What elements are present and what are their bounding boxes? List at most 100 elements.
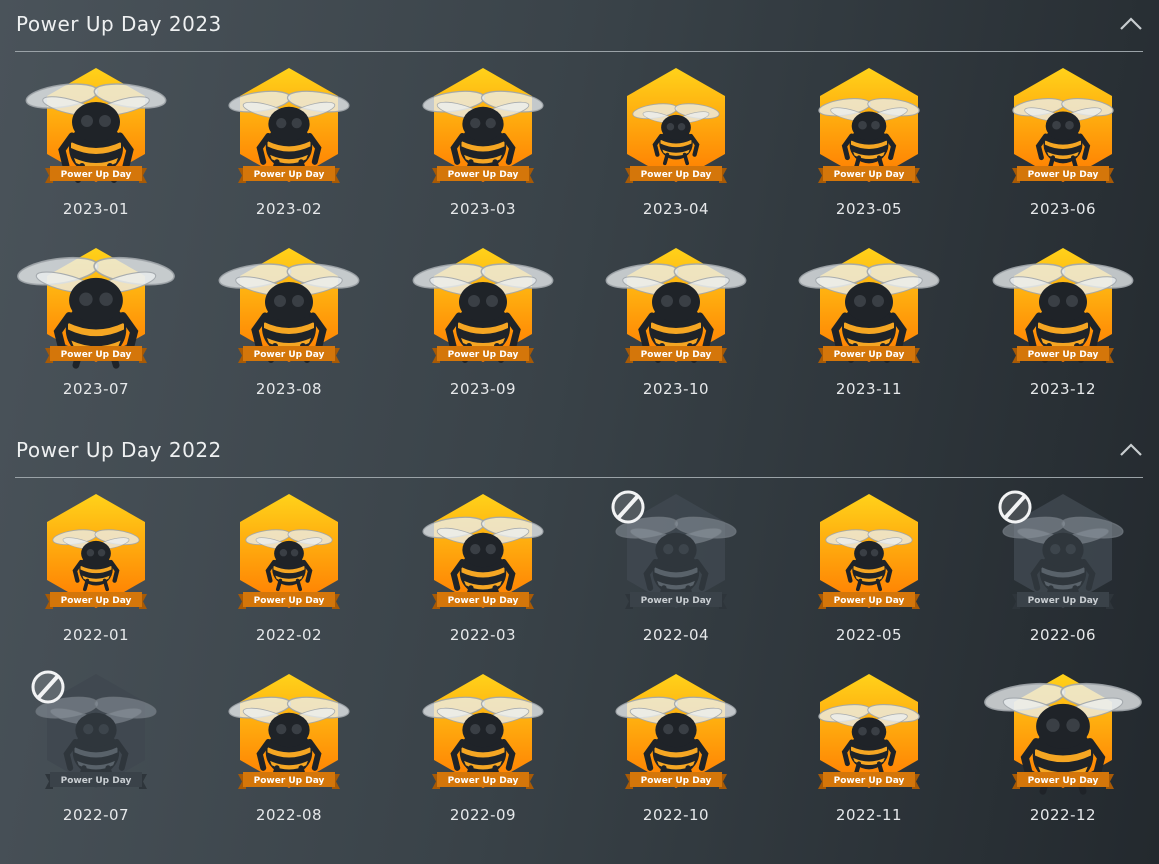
badge-earned[interactable]: Power Up Day 2022-08 (209, 670, 369, 840)
banner-label: Power Up Day (1028, 170, 1099, 180)
locked-slash-icon (998, 490, 1032, 524)
bee-badge-image: Power Up Day (422, 68, 544, 183)
section-2022: Power Up Day 2022 Power Up Day 2022-01 P… (0, 426, 1159, 824)
chevron-up-icon[interactable] (1117, 436, 1145, 464)
badge-date-label: 2023-02 (255, 200, 323, 218)
badge-earned[interactable]: Power Up Day 2022-05 (789, 490, 949, 660)
section-header[interactable]: Power Up Day 2022 (0, 426, 1159, 478)
badge-date-label: 2022-06 (1029, 626, 1097, 644)
bee-badge-image: Power Up Day (798, 248, 940, 363)
badge-earned[interactable]: Power Up Day 2023-06 (983, 64, 1143, 234)
section-title: Power Up Day 2023 (16, 12, 222, 36)
badge-earned[interactable]: Power Up Day 2023-11 (789, 244, 949, 414)
badge-date-label: 2022-12 (1029, 806, 1097, 824)
badge-earned[interactable]: Power Up Day 2022-02 (209, 490, 369, 660)
banner-label: Power Up Day (61, 170, 132, 180)
badge-earned[interactable]: Power Up Day 2022-12 (983, 670, 1143, 840)
badge-earned[interactable]: Power Up Day 2022-09 (403, 670, 563, 840)
badge-earned[interactable]: Power Up Day 2023-12 (983, 244, 1143, 414)
badge-date-label: 2023-06 (1029, 200, 1097, 218)
badge-date-label: 2023-09 (449, 380, 517, 398)
badge-earned[interactable]: Power Up Day 2022-03 (403, 490, 563, 660)
badge-date-label: 2022-08 (255, 806, 323, 824)
locked-slash-icon (31, 670, 65, 704)
banner-label: Power Up Day (641, 596, 712, 606)
bee-badge-image: Power Up Day (984, 674, 1142, 795)
banner-label: Power Up Day (1028, 596, 1099, 606)
badge-date-label: 2022-03 (449, 626, 517, 644)
bee-badge-image: Power Up Day (228, 674, 350, 789)
bee-badge-image: Power Up Day (218, 248, 360, 363)
badge-earned[interactable]: Power Up Day 2023-08 (209, 244, 369, 414)
badge-date-label: 2023-10 (642, 380, 710, 398)
bee-badge-image: Power Up Day (17, 248, 175, 369)
banner-label: Power Up Day (834, 350, 905, 360)
section-2023: Power Up Day 2023 Power Up Day 2023-01 P… (0, 0, 1159, 398)
badge-date-label: 2023-11 (835, 380, 903, 398)
badge-date-label: 2022-01 (62, 626, 130, 644)
bee-badge-image: Power Up Day (615, 674, 737, 789)
bee-badge-image: Power Up Day (422, 674, 544, 789)
bee-badge-image: Power Up Day (228, 68, 350, 183)
bee-badge-image: Power Up Day (818, 68, 920, 183)
badge-locked[interactable]: Power Up Day 2022-06 (983, 490, 1143, 660)
badge-locked[interactable]: Power Up Day 2022-07 (16, 670, 176, 840)
badge-date-label: 2022-07 (62, 806, 130, 824)
banner-label: Power Up Day (254, 596, 325, 606)
banner-label: Power Up Day (834, 170, 905, 180)
banner-label: Power Up Day (1028, 776, 1099, 786)
banner-label: Power Up Day (834, 776, 905, 786)
badge-earned[interactable]: Power Up Day 2023-04 (596, 64, 756, 234)
banner-label: Power Up Day (834, 596, 905, 606)
badge-date-label: 2023-08 (255, 380, 323, 398)
banner-label: Power Up Day (254, 170, 325, 180)
bee-badge-image: Power Up Day (1012, 68, 1114, 183)
badge-earned[interactable]: Power Up Day 2023-03 (403, 64, 563, 234)
section-title: Power Up Day 2022 (16, 438, 222, 462)
badge-date-label: 2023-07 (62, 380, 130, 398)
banner-label: Power Up Day (448, 350, 519, 360)
badge-earned[interactable]: Power Up Day 2022-11 (789, 670, 949, 840)
locked-slash-icon (611, 490, 645, 524)
banner-label: Power Up Day (254, 776, 325, 786)
badge-locked[interactable]: Power Up Day 2022-04 (596, 490, 756, 660)
badge-date-label: 2023-03 (449, 200, 517, 218)
badge-earned[interactable]: Power Up Day 2023-02 (209, 64, 369, 234)
badge-earned[interactable]: Power Up Day 2023-07 (16, 244, 176, 414)
banner-label: Power Up Day (641, 776, 712, 786)
bee-badge-image: Power Up Day (422, 494, 544, 609)
banner-label: Power Up Day (448, 776, 519, 786)
badge-date-label: 2022-09 (449, 806, 517, 824)
bee-badge-image: Power Up Day (992, 248, 1134, 363)
badge-date-label: 2022-04 (642, 626, 710, 644)
badge-earned[interactable]: Power Up Day 2023-01 (16, 64, 176, 234)
badge-date-label: 2023-01 (62, 200, 130, 218)
badge-date-label: 2022-11 (835, 806, 903, 824)
bee-badge-image: Power Up Day (412, 248, 554, 363)
badge-date-label: 2022-05 (835, 626, 903, 644)
badge-date-label: 2023-05 (835, 200, 903, 218)
badge-earned[interactable]: Power Up Day 2022-10 (596, 670, 756, 840)
banner-label: Power Up Day (641, 350, 712, 360)
banner-label: Power Up Day (641, 170, 712, 180)
banner-label: Power Up Day (448, 596, 519, 606)
bee-badge-image: Power Up Day (625, 68, 727, 183)
section-divider (15, 51, 1143, 52)
bee-badge-image: Power Up Day (605, 248, 747, 363)
chevron-up-icon[interactable] (1117, 10, 1145, 38)
banner-label: Power Up Day (61, 776, 132, 786)
badge-date-label: 2023-04 (642, 200, 710, 218)
banner-label: Power Up Day (448, 170, 519, 180)
badge-earned[interactable]: Power Up Day 2022-01 (16, 490, 176, 660)
badge-date-label: 2022-10 (642, 806, 710, 824)
section-header[interactable]: Power Up Day 2023 (0, 0, 1159, 52)
bee-badge-image: Power Up Day (25, 68, 167, 183)
bee-badge-image: Power Up Day (45, 494, 147, 609)
badge-earned[interactable]: Power Up Day 2023-05 (789, 64, 949, 234)
badge-earned[interactable]: Power Up Day 2023-10 (596, 244, 756, 414)
banner-label: Power Up Day (1028, 350, 1099, 360)
badge-date-label: 2022-02 (255, 626, 323, 644)
badge-earned[interactable]: Power Up Day 2023-09 (403, 244, 563, 414)
badge-date-label: 2023-12 (1029, 380, 1097, 398)
banner-label: Power Up Day (61, 596, 132, 606)
